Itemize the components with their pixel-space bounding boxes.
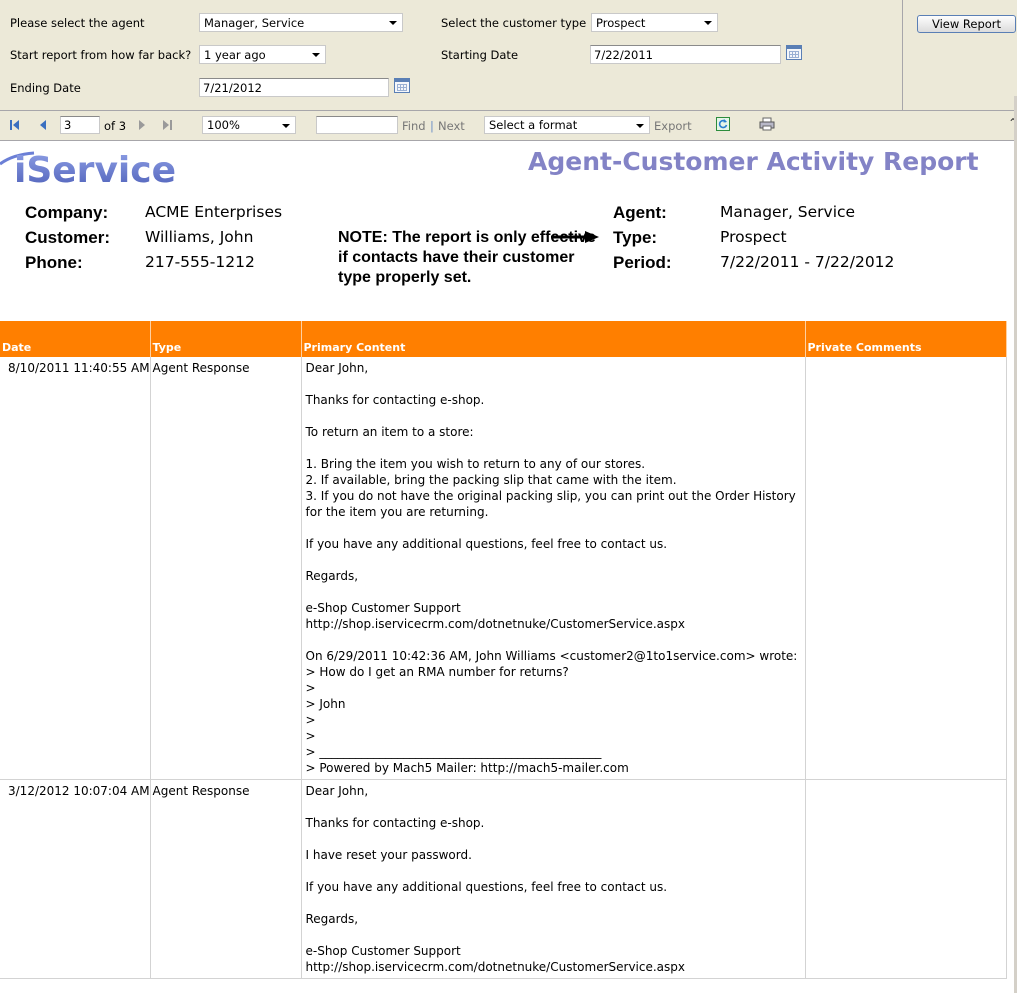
customer-type-label: Select the customer type <box>441 16 587 30</box>
row-content: Dear John, Thanks for contacting e-shop.… <box>301 779 806 979</box>
calendar-icon[interactable] <box>394 78 410 93</box>
table-row: 3/12/2012 10:07:04 AM Agent Response Dea… <box>0 779 1007 979</box>
type-info-label: Type: <box>613 228 658 247</box>
ending-date-label: Ending Date <box>10 81 81 95</box>
ending-date-input[interactable]: 7/21/2012 <box>199 78 389 97</box>
export-link[interactable]: Export <box>654 119 692 133</box>
activity-table-container: Date Type Primary Content Private Commen… <box>0 321 1007 979</box>
print-icon[interactable] <box>759 117 775 131</box>
chevron-down-icon <box>312 53 320 57</box>
row-content-text: Dear John, Thanks for contacting e-shop.… <box>305 784 686 974</box>
phone-value: 217-555-1212 <box>145 253 255 271</box>
previous-page-icon[interactable] <box>39 119 51 131</box>
table-row: 8/10/2011 11:40:55 AM Agent Response Dea… <box>0 357 1007 780</box>
customer-value: Williams, John <box>145 228 254 246</box>
zoom-select-value: 100% <box>207 118 240 132</box>
view-report-button[interactable]: View Report <box>917 15 1016 33</box>
export-format-value: Select a format <box>489 118 578 132</box>
agent-label: Please select the agent <box>10 16 145 30</box>
customer-type-select[interactable]: Prospect <box>591 13 718 32</box>
calendar-icon[interactable] <box>786 45 802 60</box>
row-type: Agent Response <box>150 779 302 979</box>
logo-text: iService <box>14 150 176 191</box>
row-content-text: Dear John, Thanks for contacting e-shop.… <box>305 361 798 775</box>
column-header-primary-content: Primary Content <box>301 321 806 357</box>
company-label: Company: <box>25 203 109 222</box>
row-type: Agent Response <box>150 357 302 780</box>
agent-info-label: Agent: <box>613 203 667 222</box>
find-input[interactable] <box>316 116 398 134</box>
starting-date-input[interactable]: 7/22/2011 <box>590 45 781 64</box>
page-number-input[interactable]: 3 <box>60 116 100 134</box>
next-page-icon[interactable] <box>138 119 150 131</box>
zoom-select[interactable]: 100% <box>202 116 296 134</box>
export-format-select[interactable]: Select a format <box>484 116 650 134</box>
next-link[interactable]: Next <box>438 119 465 133</box>
customer-type-select-value: Prospect <box>596 16 646 30</box>
report-viewer: iService Agent-Customer Activity Report … <box>0 142 1017 993</box>
refresh-icon[interactable] <box>716 117 730 131</box>
report-toolbar: 3 of 3 100% Find | Next Select a format … <box>0 111 1017 141</box>
chevron-down-icon <box>704 21 712 25</box>
report-title: Agent-Customer Activity Report <box>528 147 979 176</box>
last-page-icon[interactable] <box>162 119 174 131</box>
iservice-logo: iService <box>0 148 200 198</box>
chevron-down-icon <box>636 124 644 128</box>
chevron-down-icon <box>282 124 290 128</box>
first-page-icon[interactable] <box>10 119 22 131</box>
row-date: 8/10/2011 11:40:55 AM <box>0 357 151 780</box>
customer-label: Customer: <box>25 228 111 247</box>
start-back-label: Start report from how far back? <box>10 48 192 62</box>
start-back-select[interactable]: 1 year ago <box>199 45 326 64</box>
column-header-type: Type <box>150 321 302 357</box>
phone-label: Phone: <box>25 253 83 272</box>
column-header-date: Date <box>0 321 151 357</box>
toolbar-separator: | <box>430 119 434 133</box>
arrow-right-icon <box>551 231 599 243</box>
panel-divider <box>902 0 903 111</box>
period-info-label: Period: <box>613 253 672 272</box>
type-info-value: Prospect <box>720 228 787 246</box>
row-date: 3/12/2012 10:07:04 AM <box>0 779 151 979</box>
period-info-value: 7/22/2011 - 7/22/2012 <box>720 253 895 271</box>
starting-date-label: Starting Date <box>441 48 519 62</box>
parameter-panel: Please select the agent Manager, Service… <box>0 0 1017 111</box>
chevron-down-icon <box>389 21 397 25</box>
row-content: Dear John, Thanks for contacting e-shop.… <box>301 357 806 780</box>
page-count: of 3 <box>104 119 127 133</box>
find-link[interactable]: Find <box>402 119 426 133</box>
agent-info-value: Manager, Service <box>720 203 856 221</box>
row-comments <box>805 779 1007 979</box>
table-header-row: Date Type Primary Content Private Commen… <box>0 321 1007 357</box>
column-header-private-comments: Private Comments <box>805 321 1007 357</box>
row-comments <box>805 357 1007 780</box>
activity-table: Date Type Primary Content Private Commen… <box>0 321 1007 979</box>
start-back-select-value: 1 year ago <box>204 48 266 62</box>
agent-select-value: Manager, Service <box>204 16 305 30</box>
company-value: ACME Enterprises <box>145 203 283 221</box>
agent-select[interactable]: Manager, Service <box>199 13 403 32</box>
